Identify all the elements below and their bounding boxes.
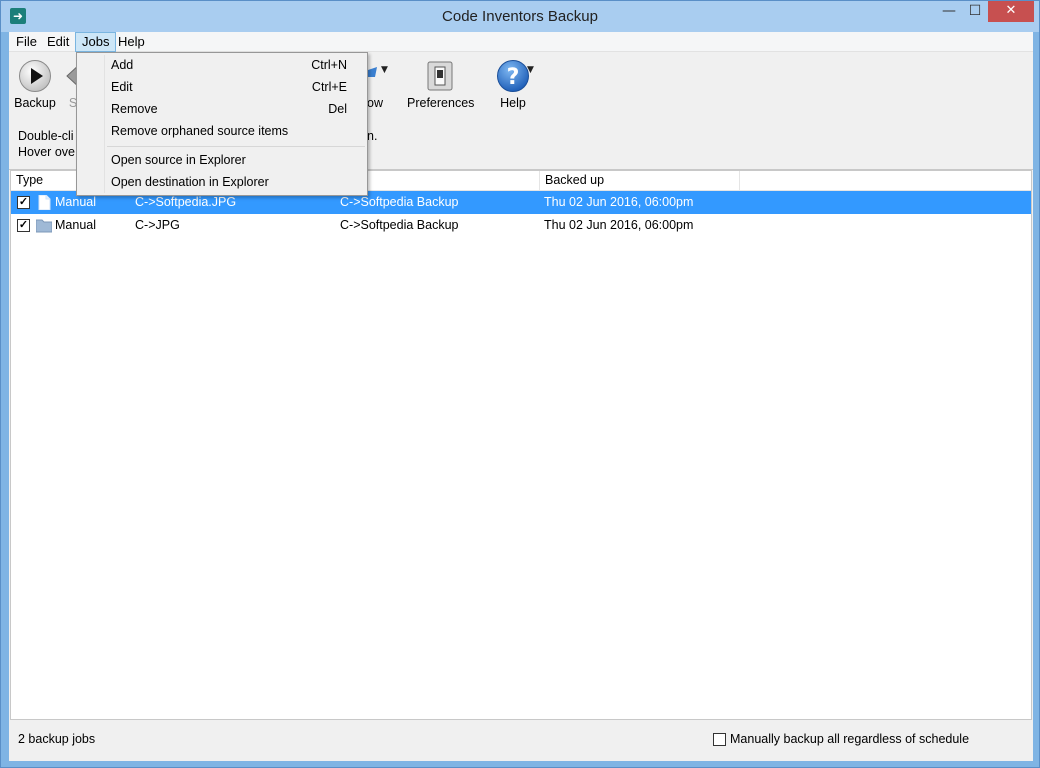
switch-icon	[427, 61, 453, 91]
menu-item-label: Add	[111, 58, 134, 72]
help-icon: ?	[497, 60, 529, 92]
window-tool-label: ow	[367, 96, 383, 110]
preferences-tool-button[interactable]: Preferences	[407, 59, 475, 110]
help-dropdown-arrow-icon[interactable]: ▼	[527, 65, 534, 75]
window-dropdown-arrow-icon[interactable]: ▼	[381, 65, 388, 75]
menu-item-label: Open source in Explorer	[111, 153, 246, 167]
maximize-button[interactable]: ☐	[962, 1, 988, 22]
minimize-button[interactable]: —	[936, 1, 962, 22]
menu-item-label: Remove orphaned source items	[111, 124, 289, 138]
hint-line-1-end: n.	[367, 129, 378, 143]
menu-separator	[107, 146, 365, 147]
menu-item-label: Remove	[111, 102, 158, 116]
backup-tool-label: Backup	[14, 96, 56, 110]
menu-item-shortcut: Ctrl+N	[311, 58, 347, 72]
preferences-tool-label: Preferences	[407, 96, 475, 110]
row-checkbox[interactable]: ✓	[17, 196, 30, 209]
row-type: Manual	[55, 218, 96, 232]
menu-jobs[interactable]: Jobs	[75, 32, 117, 52]
status-bar: 2 backup jobs Manually backup all regard…	[9, 720, 1033, 761]
column-header-backed-up[interactable]: Backed up	[540, 171, 740, 191]
menu-item-open-destination[interactable]: Open destination in Explorer	[78, 171, 366, 193]
table-row[interactable]: ✓ Manual C->JPG C->Softpedia Backup Thu …	[11, 214, 1031, 237]
menu-item-shortcut: Del	[328, 102, 347, 116]
jobs-dropdown-menu: Add Ctrl+N Edit Ctrl+E Remove Del Remove…	[76, 52, 368, 196]
menu-item-remove[interactable]: Remove Del	[78, 98, 366, 120]
app-window: ➜ Code Inventors Backup — ☐ ✕ File Edit …	[0, 0, 1040, 768]
menu-item-add[interactable]: Add Ctrl+N	[78, 54, 366, 76]
svg-text:?: ?	[507, 65, 520, 90]
play-icon	[19, 60, 51, 92]
row-backed-up: Thu 02 Jun 2016, 06:00pm	[544, 195, 694, 209]
menu-item-edit[interactable]: Edit Ctrl+E	[78, 76, 366, 98]
menu-help[interactable]: Help	[112, 32, 151, 52]
folder-icon	[36, 219, 52, 233]
backup-jobs-list[interactable]: Type Backed up ✓ Manual C->Softpedia.JPG…	[10, 170, 1032, 720]
file-icon	[38, 195, 51, 210]
backup-tool-button[interactable]: Backup	[14, 59, 56, 110]
menu-item-shortcut: Ctrl+E	[311, 80, 347, 94]
hint-line-1: Double-cli	[18, 129, 74, 143]
menu-item-remove-orphaned[interactable]: Remove orphaned source items	[78, 120, 366, 142]
help-tool-label: Help	[500, 96, 526, 110]
manual-backup-checkbox[interactable]	[713, 733, 726, 746]
hint-line-2: Hover ove	[18, 145, 75, 159]
menu-file[interactable]: File	[10, 32, 43, 52]
menu-bar: File Edit Jobs Help	[9, 32, 1033, 52]
close-button[interactable]: ✕	[988, 1, 1034, 22]
row-checkbox[interactable]: ✓	[17, 219, 30, 232]
menu-item-label: Open destination in Explorer	[111, 175, 269, 189]
row-destination: C->Softpedia Backup	[340, 218, 459, 232]
menu-item-open-source[interactable]: Open source in Explorer	[78, 149, 366, 171]
status-job-count: 2 backup jobs	[18, 732, 96, 746]
menu-item-label: Edit	[111, 80, 133, 94]
manual-backup-label[interactable]: Manually backup all regardless of schedu…	[730, 732, 969, 746]
row-backed-up: Thu 02 Jun 2016, 06:00pm	[544, 218, 694, 232]
window-title: Code Inventors Backup	[442, 8, 598, 25]
title-bar[interactable]: ➜ Code Inventors Backup — ☐ ✕	[1, 1, 1039, 32]
row-source: C->JPG	[135, 218, 180, 232]
menu-edit[interactable]: Edit	[41, 32, 75, 52]
